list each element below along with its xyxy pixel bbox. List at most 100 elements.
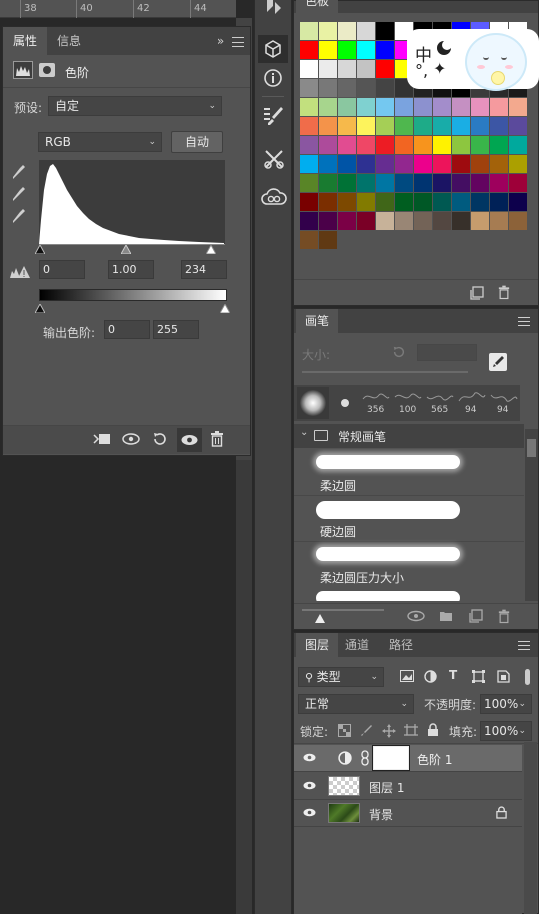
output-white-slider[interactable] (219, 302, 231, 316)
color-swatch[interactable] (357, 193, 375, 211)
color-swatch[interactable] (357, 136, 375, 154)
pixel-layer-filter-icon[interactable] (400, 670, 414, 685)
color-swatch[interactable] (452, 117, 470, 135)
tab-info[interactable]: 信息 (47, 27, 91, 55)
panel-menu-icon[interactable] (518, 317, 530, 329)
brush-group-row[interactable]: ⌄ 常规画笔 (294, 424, 524, 448)
brush-tip[interactable]: 100 (393, 387, 423, 419)
view-previous-state-icon[interactable] (121, 432, 141, 449)
white-point-eyedropper-icon[interactable] (11, 207, 27, 228)
panel-menu-button[interactable]: » (217, 34, 244, 48)
color-swatch[interactable] (452, 212, 470, 230)
brush-tip[interactable]: 565 (425, 387, 455, 419)
fill-field[interactable]: 100% ⌄ (480, 721, 532, 741)
color-swatch[interactable] (471, 117, 489, 135)
reset-size-icon[interactable] (392, 345, 406, 362)
color-swatch[interactable] (433, 212, 451, 230)
color-swatch[interactable] (471, 155, 489, 173)
color-swatch[interactable] (338, 117, 356, 135)
color-swatch[interactable] (509, 136, 527, 154)
brush-tip[interactable]: 94 (489, 387, 519, 419)
color-swatch[interactable] (395, 193, 413, 211)
adjustment-layer-filter-icon[interactable] (424, 670, 437, 686)
link-icon[interactable] (360, 750, 370, 769)
opacity-field[interactable]: 100% ⌄ (480, 694, 532, 714)
color-swatch[interactable] (319, 136, 337, 154)
color-swatch[interactable] (319, 60, 337, 78)
preset-dropdown[interactable]: 自定 ⌄ (48, 96, 222, 116)
color-swatch[interactable] (357, 60, 375, 78)
color-swatch[interactable] (357, 41, 375, 59)
color-swatch[interactable] (300, 60, 318, 78)
layer-name[interactable]: 色阶 1 (417, 751, 452, 768)
new-swatch-icon[interactable] (470, 286, 484, 303)
color-swatch[interactable] (490, 117, 508, 135)
color-swatch[interactable] (414, 117, 432, 135)
color-swatch[interactable] (319, 212, 337, 230)
clip-to-layer-icon[interactable] (93, 432, 111, 449)
trash-icon[interactable] (498, 285, 510, 303)
color-swatch[interactable] (490, 136, 508, 154)
color-swatch[interactable] (319, 155, 337, 173)
color-swatch[interactable] (490, 193, 508, 211)
color-swatch[interactable] (414, 174, 432, 192)
tab-swatches[interactable]: 色板 (296, 0, 339, 13)
color-swatch[interactable] (338, 155, 356, 173)
color-swatch[interactable] (414, 155, 432, 173)
color-swatch[interactable] (452, 136, 470, 154)
new-group-folder-icon[interactable] (439, 610, 453, 625)
color-swatch[interactable] (509, 212, 527, 230)
channel-dropdown[interactable]: RGB ⌄ (38, 132, 162, 152)
preview-size-handle[interactable] (315, 612, 325, 626)
color-swatch[interactable] (357, 174, 375, 192)
color-swatch[interactable] (395, 174, 413, 192)
brush-tip-soft[interactable] (297, 387, 329, 419)
filter-toggle-switch[interactable] (524, 667, 532, 687)
color-swatch[interactable] (300, 22, 318, 40)
input-white-field[interactable]: 234 (181, 260, 227, 279)
color-swatch[interactable] (433, 136, 451, 154)
color-swatch[interactable] (471, 193, 489, 211)
size-slider[interactable] (302, 371, 468, 373)
color-swatch[interactable] (433, 117, 451, 135)
color-swatch[interactable] (338, 60, 356, 78)
output-white-field[interactable]: 255 (153, 320, 199, 339)
size-field[interactable] (417, 344, 477, 361)
color-swatch[interactable] (376, 22, 394, 40)
color-swatch[interactable] (300, 41, 318, 59)
color-swatch[interactable] (319, 231, 337, 249)
color-swatch[interactable] (414, 136, 432, 154)
color-swatch[interactable] (376, 60, 394, 78)
color-swatch[interactable] (357, 98, 375, 116)
color-swatch[interactable] (300, 212, 318, 230)
color-swatch[interactable] (471, 98, 489, 116)
lock-transparent-pixels-icon[interactable] (338, 724, 351, 740)
color-swatch[interactable] (509, 155, 527, 173)
color-swatch[interactable] (300, 79, 318, 97)
tab-channels[interactable]: 通道 (336, 633, 378, 657)
input-black-field[interactable]: 0 (39, 260, 85, 279)
color-swatch[interactable] (433, 193, 451, 211)
output-black-field[interactable]: 0 (104, 320, 150, 339)
color-swatch[interactable] (338, 41, 356, 59)
creative-cloud-libraries-icon[interactable] (261, 188, 287, 211)
preview-size-slider[interactable] (302, 609, 384, 611)
output-black-slider[interactable] (34, 302, 46, 316)
color-swatch[interactable] (338, 212, 356, 230)
input-black-slider[interactable] (34, 243, 46, 257)
reset-icon[interactable] (152, 431, 168, 450)
eye-icon[interactable] (303, 807, 316, 818)
type-layer-filter-icon[interactable]: T (449, 668, 457, 682)
color-swatch[interactable] (509, 117, 527, 135)
color-swatch[interactable] (376, 193, 394, 211)
color-swatch[interactable] (338, 174, 356, 192)
layer-name[interactable]: 背景 (369, 806, 393, 823)
color-swatch[interactable] (471, 174, 489, 192)
color-swatch[interactable] (376, 98, 394, 116)
toggle-visibility-button[interactable] (177, 428, 202, 452)
color-swatch[interactable] (452, 155, 470, 173)
color-swatch[interactable] (319, 98, 337, 116)
color-swatch[interactable] (509, 98, 527, 116)
color-swatch[interactable] (490, 174, 508, 192)
tab-layers[interactable]: 图层 (296, 633, 339, 657)
